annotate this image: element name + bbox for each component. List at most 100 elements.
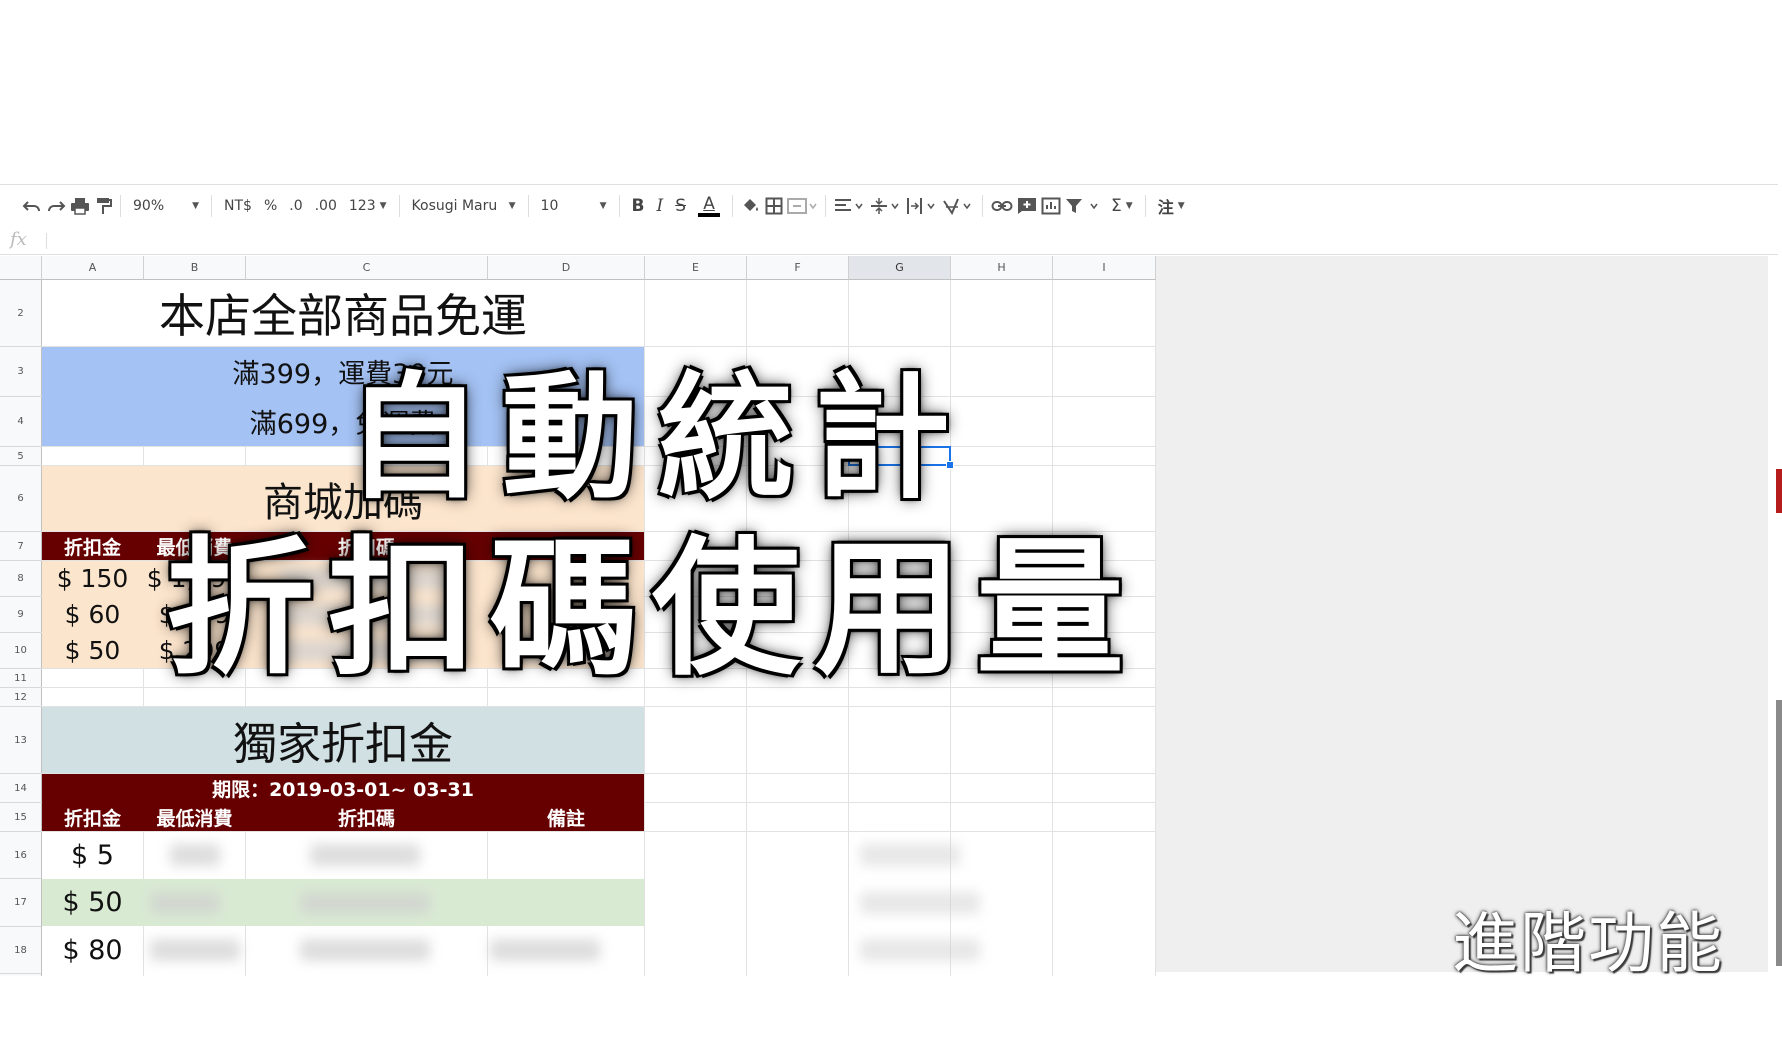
- insert-link-icon[interactable]: [991, 191, 1013, 221]
- row-header[interactable]: 4: [0, 397, 41, 447]
- column-header-i[interactable]: I: [1053, 256, 1156, 280]
- row-header[interactable]: 13: [0, 707, 41, 774]
- italic-button[interactable]: I: [653, 191, 668, 221]
- row-header[interactable]: 2: [0, 280, 41, 347]
- redacted-code: [300, 892, 430, 914]
- decrease-decimal-button[interactable]: .0: [285, 191, 306, 221]
- exclusive-header-discount: 折扣金: [63, 807, 121, 830]
- column-header-d[interactable]: D: [488, 256, 645, 280]
- percent-format-button[interactable]: %: [260, 191, 281, 221]
- column-header-a[interactable]: A: [42, 256, 144, 280]
- redacted-min: [150, 939, 240, 961]
- toolbar-separator: [825, 195, 827, 217]
- bold-label: B: [631, 196, 645, 216]
- text-color-label: A: [703, 194, 715, 214]
- chevron-down-icon: ▼: [192, 201, 199, 211]
- print-icon[interactable]: [70, 191, 90, 221]
- column-header-b[interactable]: B: [144, 256, 246, 280]
- exclusive-discount-cell[interactable]: $ 5: [42, 832, 143, 878]
- mall-discount-cell[interactable]: $ 150: [42, 561, 143, 596]
- exclusive-header-code: 折扣碼: [337, 807, 395, 830]
- column-header-e[interactable]: E: [645, 256, 747, 280]
- redacted-code: [310, 844, 420, 866]
- sum-icon: Σ: [1111, 196, 1122, 216]
- number-format-label: 123: [348, 198, 376, 214]
- row-header[interactable]: 17: [0, 879, 41, 927]
- exclusive-discount-cell[interactable]: $ 80: [42, 927, 143, 973]
- redacted-note: [490, 939, 600, 961]
- strikethrough-label: S: [675, 196, 687, 216]
- insert-chart-icon[interactable]: [1041, 191, 1061, 221]
- currency-format-button[interactable]: NT$: [220, 191, 256, 221]
- chevron-down-icon: ▼: [508, 201, 516, 211]
- screenshot-root: 90% ▼ NT$ % .0 .00 123 ▼ Kosugi Maru ▼ 1…: [0, 0, 1782, 1050]
- chevron-down-icon: ▼: [1177, 201, 1185, 211]
- row-header[interactable]: 11: [0, 669, 41, 688]
- vertical-scrollbar[interactable]: [1776, 700, 1782, 966]
- toolbar-separator: [398, 195, 400, 217]
- exclusive-discount-cell[interactable]: $ 50: [42, 879, 143, 926]
- horizontal-align-icon[interactable]: [834, 191, 866, 221]
- insert-comment-icon[interactable]: [1017, 191, 1037, 221]
- zoom-select[interactable]: 90% ▼: [129, 191, 203, 221]
- formula-divider: [46, 233, 47, 249]
- strikethrough-button[interactable]: S: [671, 191, 690, 221]
- mall-discount-cell[interactable]: $ 60: [42, 597, 143, 632]
- watermark-label: 進階功能: [1452, 905, 1724, 982]
- borders-icon[interactable]: [765, 191, 783, 221]
- mall-header-discount: 折扣金: [63, 536, 121, 559]
- redacted-count: [860, 939, 980, 961]
- functions-button[interactable]: Σ ▼: [1107, 191, 1137, 221]
- font-size-select[interactable]: 10 ▼: [537, 191, 611, 221]
- chevron-down-icon: ▼: [379, 201, 387, 211]
- toolbar-separator: [618, 195, 620, 217]
- row-header[interactable]: 10: [0, 633, 41, 669]
- row-header[interactable]: 5: [0, 447, 41, 466]
- fill-color-icon[interactable]: [741, 191, 761, 221]
- toolbar-separator: [211, 195, 212, 217]
- row-header[interactable]: 9: [0, 597, 41, 633]
- chevron-down-icon: ▼: [1125, 201, 1133, 211]
- column-header-c[interactable]: C: [246, 256, 488, 280]
- input-tools-label: 注: [1157, 198, 1174, 217]
- exclusive-title: 獨家折扣金: [233, 719, 453, 770]
- row-header[interactable]: 16: [0, 832, 41, 879]
- font-family-select[interactable]: Kosugi Maru ▼: [408, 191, 520, 221]
- undo-icon[interactable]: [22, 191, 42, 221]
- overlay-title-line-2: 折扣碼使用量: [166, 521, 1138, 695]
- exclusive-period: 期限：2019-03-01~ 03-31: [212, 778, 474, 801]
- row-header[interactable]: 8: [0, 561, 41, 597]
- increase-decimal-button[interactable]: .00: [311, 191, 341, 221]
- toolbar: 90% ▼ NT$ % .0 .00 123 ▼ Kosugi Maru ▼ 1…: [0, 184, 1778, 228]
- bold-button[interactable]: B: [628, 191, 649, 221]
- toolbar-separator: [120, 195, 121, 217]
- filter-icon[interactable]: [1065, 191, 1103, 221]
- italic-label: I: [656, 196, 664, 216]
- redo-icon[interactable]: [46, 191, 66, 221]
- merge-cells-icon[interactable]: [787, 191, 817, 221]
- paint-format-icon[interactable]: [94, 191, 112, 221]
- mall-discount-cell[interactable]: $ 50: [42, 633, 143, 668]
- column-header-g[interactable]: G: [849, 256, 951, 280]
- row-header[interactable]: 7: [0, 532, 41, 561]
- vertical-align-icon[interactable]: [870, 191, 902, 221]
- font-size-value: 10: [540, 198, 559, 214]
- column-header-f[interactable]: F: [747, 256, 849, 280]
- row-header[interactable]: 18: [0, 927, 41, 974]
- chevron-down-icon: ▼: [599, 201, 607, 211]
- column-header-h[interactable]: H: [951, 256, 1053, 280]
- text-color-button[interactable]: A: [694, 191, 724, 221]
- formula-bar: fx: [0, 227, 1778, 255]
- row-header[interactable]: 12: [0, 688, 41, 707]
- row-header[interactable]: 3: [0, 347, 41, 397]
- row-header[interactable]: 14: [0, 774, 41, 803]
- number-format-select[interactable]: 123 ▼: [345, 191, 391, 221]
- text-color-swatch: [698, 213, 721, 217]
- text-rotation-icon[interactable]: [942, 191, 974, 221]
- exclusive-header-note: 備註: [546, 807, 585, 830]
- row-header[interactable]: 15: [0, 803, 41, 832]
- text-wrap-icon[interactable]: [906, 191, 938, 221]
- row-header[interactable]: 6: [0, 466, 41, 532]
- select-all-corner[interactable]: [0, 256, 42, 280]
- input-tools-button[interactable]: 注 ▼: [1154, 191, 1189, 221]
